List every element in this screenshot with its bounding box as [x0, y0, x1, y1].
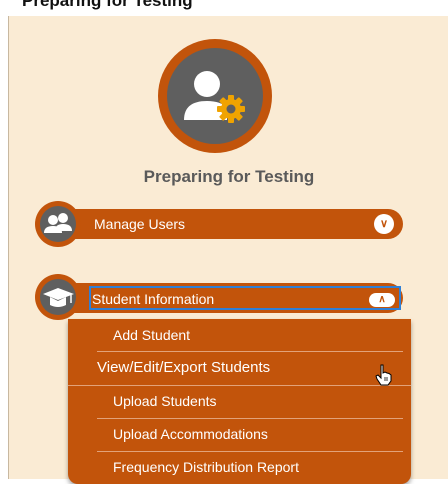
submenu-view-edit-export-students[interactable]: View/Edit/Export Students — [68, 352, 411, 385]
users-icon — [35, 201, 81, 247]
submenu-frequency-distribution-report[interactable]: Frequency Distribution Report — [68, 451, 411, 484]
user-gear-icon — [167, 48, 263, 144]
chevron-up-icon[interactable]: ∧ — [369, 293, 395, 307]
hand-cursor-icon — [375, 364, 392, 386]
page-header: Preparing for Testing — [0, 0, 448, 16]
submenu-upload-students[interactable]: Upload Students — [68, 385, 411, 418]
menu-manage-users-label: Manage Users — [94, 216, 186, 232]
menu-manage-users[interactable]: Manage Users ∨ — [43, 209, 403, 239]
page-header-text: Preparing for Testing — [22, 0, 193, 10]
student-information-submenu: Add Student View/Edit/Export Students Up… — [68, 319, 411, 484]
sidebar-panel: Preparing for Testing Manage Users ∨ Stu… — [8, 16, 448, 484]
section-title: Preparing for Testing — [143, 167, 315, 186]
graduation-cap-icon — [35, 274, 81, 320]
focus-ring — [89, 286, 401, 310]
submenu-add-student[interactable]: Add Student — [68, 319, 411, 352]
section-hero — [158, 39, 272, 153]
submenu-upload-accommodations[interactable]: Upload Accommodations — [68, 418, 411, 451]
chevron-down-icon[interactable]: ∨ — [374, 214, 394, 234]
